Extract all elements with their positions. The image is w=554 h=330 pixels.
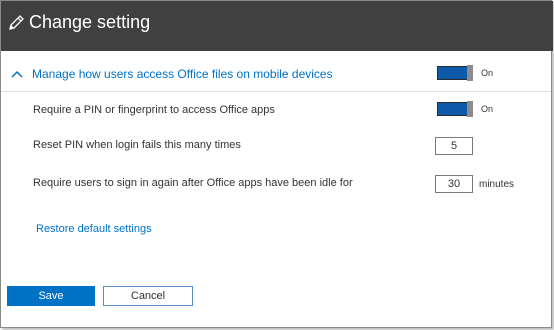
restore-defaults-link[interactable]: Restore default settings bbox=[36, 223, 152, 235]
require-pin-toggle-label: On bbox=[481, 104, 494, 114]
require-pin-toggle[interactable] bbox=[437, 101, 475, 117]
cancel-button[interactable]: Cancel bbox=[103, 286, 193, 306]
save-button[interactable]: Save bbox=[7, 286, 95, 306]
dialog-title: Change setting bbox=[29, 12, 151, 32]
idle-units-label: minutes bbox=[479, 179, 515, 190]
toggle-thumb bbox=[467, 65, 473, 81]
change-setting-dialog: Change setting Manage how users access O… bbox=[0, 0, 553, 328]
section-title[interactable]: Manage how users access Office files on … bbox=[32, 67, 333, 81]
idle-signin-label: Require users to sign in again after Off… bbox=[33, 177, 353, 189]
idle-minutes-input[interactable] bbox=[435, 175, 473, 193]
dialog-header: Change setting bbox=[1, 1, 553, 51]
chevron-up-icon[interactable] bbox=[11, 69, 23, 79]
section-toggle[interactable] bbox=[437, 65, 475, 81]
toggle-track bbox=[437, 66, 469, 80]
reset-pin-label: Reset PIN when login fails this many tim… bbox=[33, 139, 241, 151]
toggle-track bbox=[437, 102, 469, 116]
toggle-thumb bbox=[467, 101, 473, 117]
reset-pin-count-input[interactable] bbox=[435, 137, 473, 155]
pencil-icon bbox=[9, 15, 24, 30]
require-pin-label: Require a PIN or fingerprint to access O… bbox=[33, 104, 275, 116]
section-toggle-label: On bbox=[481, 68, 494, 78]
section-header[interactable]: Manage how users access Office files on … bbox=[1, 61, 551, 92]
